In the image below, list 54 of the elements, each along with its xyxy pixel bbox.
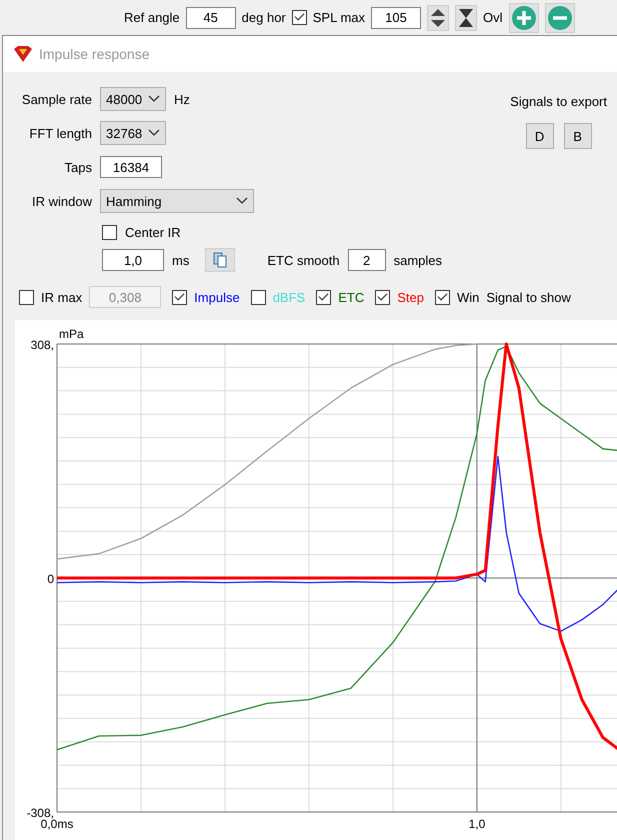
y-tick-label: -308, <box>26 806 54 820</box>
export-button[interactable]: D <box>526 123 554 149</box>
unit-label: ms <box>172 252 190 268</box>
plus-icon[interactable] <box>508 2 539 32</box>
signal-checkbox[interactable] <box>172 290 188 304</box>
signal-to-show-label: Signal to show <box>486 290 571 304</box>
unit-label: Hz <box>174 92 190 106</box>
export-button[interactable]: B <box>564 123 592 149</box>
copy-icon[interactable] <box>205 248 236 272</box>
chevron-down-icon <box>236 197 248 205</box>
field-label: IR window <box>31 194 92 208</box>
signal-label: ETC <box>338 290 364 304</box>
shield-logo-icon <box>13 46 33 62</box>
ref-angle-field[interactable]: 45 <box>186 6 236 28</box>
center-ir-checkbox[interactable] <box>102 224 117 240</box>
ir-max-label: IR max <box>41 290 82 304</box>
x-tick-label: 1,0 <box>468 817 486 831</box>
etc-smooth-label: ETC smooth <box>267 252 340 268</box>
signal-checkbox[interactable] <box>375 290 390 304</box>
signal-checkbox[interactable] <box>316 290 332 304</box>
field-label: Sample rate <box>20 92 92 106</box>
field-label: Taps <box>64 160 92 174</box>
chevron-down-icon <box>148 129 160 137</box>
signal-label: dBFS <box>272 290 306 304</box>
unit-label: deg hor <box>242 10 286 25</box>
spl-max-checkbox[interactable] <box>292 10 307 25</box>
signal-checkbox[interactable] <box>434 290 450 304</box>
x-tick-label: 0,0ms <box>40 817 74 831</box>
ref-angle-label: Ref angle <box>124 10 180 25</box>
center-ir-label: Center IR <box>125 224 181 240</box>
signal-checkbox[interactable] <box>250 290 266 304</box>
hourglass-icon[interactable] <box>455 4 478 30</box>
chevron-down-icon <box>148 95 160 103</box>
field-label: FFT length <box>28 126 92 140</box>
ms-field[interactable]: 1,0 <box>102 249 164 271</box>
y-tick-label: 0 <box>47 572 54 586</box>
minus-icon[interactable] <box>544 2 575 32</box>
up-down-arrows-icon[interactable] <box>427 4 450 30</box>
dropdown[interactable]: 48000 <box>100 87 166 111</box>
spl-max-field[interactable]: 105 <box>371 6 422 28</box>
dropdown[interactable]: Hamming <box>100 189 254 213</box>
spl-max-label: SPL max <box>312 10 366 25</box>
window-title: Impulse response <box>39 46 150 62</box>
signal-label: Step <box>397 290 424 304</box>
taps-field[interactable]: 16384 <box>100 156 162 178</box>
dropdown[interactable]: 32768 <box>100 121 166 145</box>
ovl-label: Ovl <box>483 10 503 25</box>
signal-label: Win <box>456 290 480 304</box>
samples-label: samples <box>394 252 442 268</box>
y-axis-unit: mPa <box>59 327 84 341</box>
y-tick-label: 308, <box>30 338 54 352</box>
export-label: Signals to export <box>510 94 607 109</box>
signal-label: Impulse <box>194 290 240 304</box>
etc-smooth-field[interactable]: 2 <box>348 249 386 271</box>
